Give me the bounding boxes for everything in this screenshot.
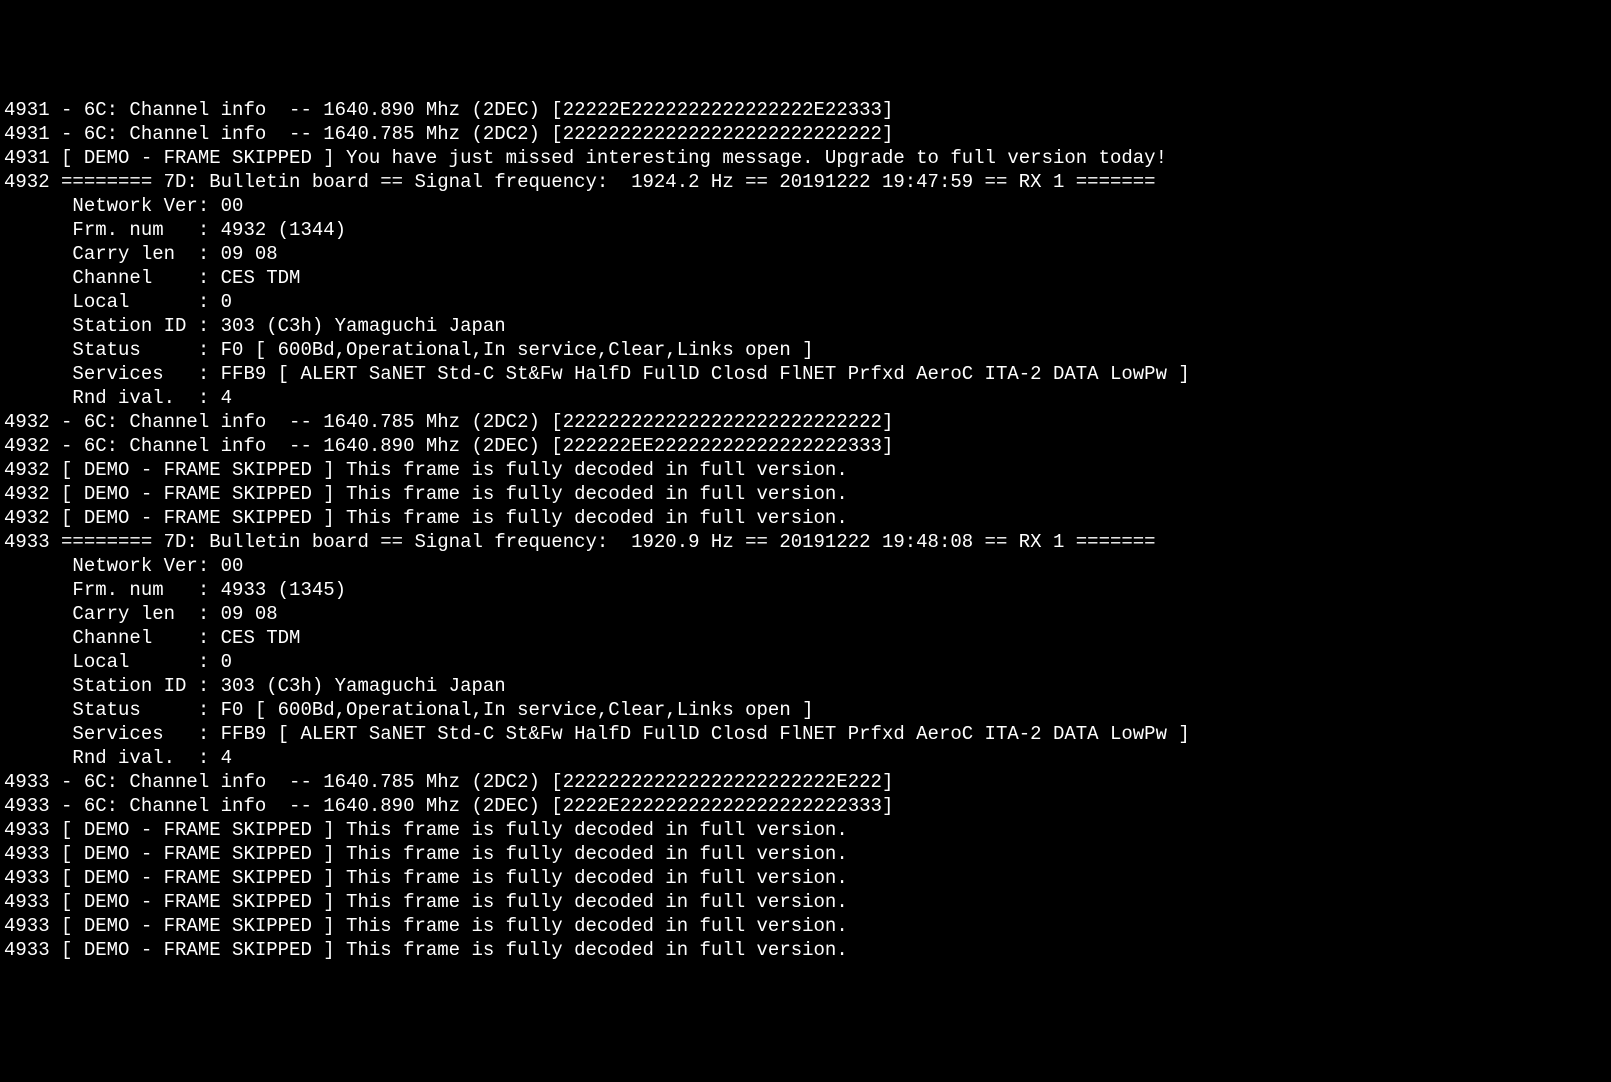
terminal-line: Local : 0 [0,290,1611,314]
terminal-line: 4933 - 6C: Channel info -- 1640.890 Mhz … [0,794,1611,818]
terminal-line: Frm. num : 4933 (1345) [0,578,1611,602]
terminal-line: 4933 [ DEMO - FRAME SKIPPED ] This frame… [0,818,1611,842]
terminal-line: Frm. num : 4932 (1344) [0,218,1611,242]
terminal-line: Channel : CES TDM [0,266,1611,290]
terminal-line: Status : F0 [ 600Bd,Operational,In servi… [0,698,1611,722]
terminal-line: Local : 0 [0,650,1611,674]
terminal-line: Carry len : 09 08 [0,602,1611,626]
terminal-line: 4933 [ DEMO - FRAME SKIPPED ] This frame… [0,914,1611,938]
terminal-line: Carry len : 09 08 [0,242,1611,266]
terminal-line: 4933 [ DEMO - FRAME SKIPPED ] This frame… [0,842,1611,866]
terminal-line: Services : FFB9 [ ALERT SaNET Std-C St&F… [0,362,1611,386]
terminal-line: Station ID : 303 (C3h) Yamaguchi Japan [0,314,1611,338]
terminal-line: Rnd ival. : 4 [0,746,1611,770]
terminal-line: 4931 - 6C: Channel info -- 1640.785 Mhz … [0,122,1611,146]
terminal-line: Status : F0 [ 600Bd,Operational,In servi… [0,338,1611,362]
terminal-line: 4931 [ DEMO - FRAME SKIPPED ] You have j… [0,146,1611,170]
terminal-output: 4931 - 6C: Channel info -- 1640.890 Mhz … [0,98,1611,962]
terminal-line: 4932 ======== 7D: Bulletin board == Sign… [0,170,1611,194]
terminal-line: Network Ver: 00 [0,194,1611,218]
terminal-line: 4932 [ DEMO - FRAME SKIPPED ] This frame… [0,458,1611,482]
terminal-line: Network Ver: 00 [0,554,1611,578]
terminal-line: Channel : CES TDM [0,626,1611,650]
terminal-line: 4933 ======== 7D: Bulletin board == Sign… [0,530,1611,554]
terminal-line: 4932 - 6C: Channel info -- 1640.890 Mhz … [0,434,1611,458]
terminal-line: 4933 - 6C: Channel info -- 1640.785 Mhz … [0,770,1611,794]
terminal-line: Services : FFB9 [ ALERT SaNET Std-C St&F… [0,722,1611,746]
terminal-line: 4933 [ DEMO - FRAME SKIPPED ] This frame… [0,938,1611,962]
terminal-line: 4932 [ DEMO - FRAME SKIPPED ] This frame… [0,506,1611,530]
terminal-line: 4933 [ DEMO - FRAME SKIPPED ] This frame… [0,890,1611,914]
terminal-line: 4933 [ DEMO - FRAME SKIPPED ] This frame… [0,866,1611,890]
terminal-line: Station ID : 303 (C3h) Yamaguchi Japan [0,674,1611,698]
terminal-line: 4932 - 6C: Channel info -- 1640.785 Mhz … [0,410,1611,434]
terminal-line: Rnd ival. : 4 [0,386,1611,410]
terminal-line: 4931 - 6C: Channel info -- 1640.890 Mhz … [0,98,1611,122]
terminal-line: 4932 [ DEMO - FRAME SKIPPED ] This frame… [0,482,1611,506]
